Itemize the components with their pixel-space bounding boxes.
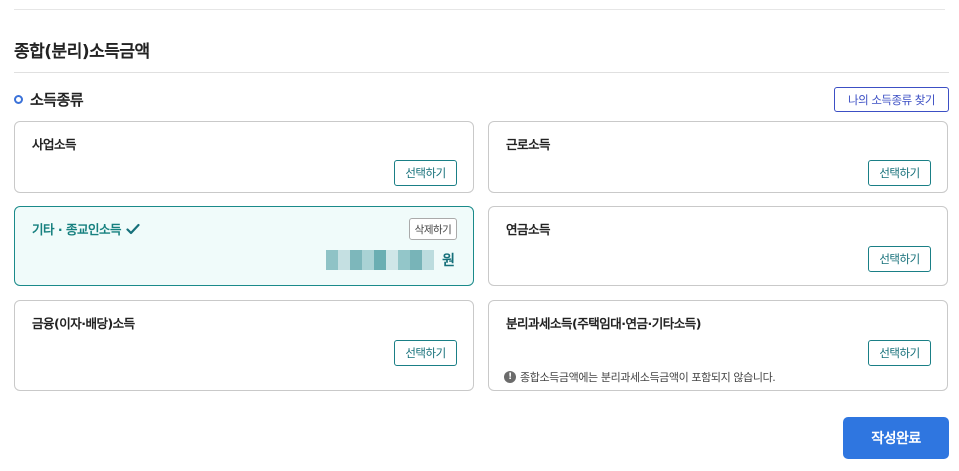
page-title: 종합(분리)소득금액 [14, 42, 150, 62]
find-income-type-button[interactable]: 나의 소득종류 찾기 [834, 87, 949, 112]
card-title: 기타 · 종교인소득 [32, 219, 140, 238]
section-header: 소득종류 [14, 89, 84, 110]
select-button[interactable]: 선택하기 [868, 246, 931, 272]
top-divider [14, 9, 945, 10]
masked-amount [326, 250, 435, 270]
select-button[interactable]: 선택하기 [394, 340, 457, 366]
card-title: 사업소득 [32, 137, 77, 152]
info-icon: ! [504, 371, 516, 383]
income-card-financial[interactable]: 금융(이자·배당)소득 선택하기 [14, 300, 474, 391]
select-button[interactable]: 선택하기 [868, 160, 931, 186]
delete-button[interactable]: 삭제하기 [409, 218, 457, 240]
ring-bullet-icon [14, 95, 23, 104]
income-card-pension[interactable]: 연금소득 선택하기 [488, 206, 948, 286]
amount-row: 원 [326, 250, 455, 270]
income-card-other[interactable]: 기타 · 종교인소득 삭제하기 원 [14, 206, 474, 286]
title-divider [14, 72, 949, 73]
check-icon [126, 223, 140, 234]
section-label: 소득종류 [30, 91, 84, 109]
notice-text: 종합소득금액에는 분리과세소득금액이 포함되지 않습니다. [520, 371, 776, 384]
card-title-text: 기타 · 종교인소득 [32, 222, 121, 237]
card-title: 근로소득 [506, 137, 551, 152]
select-button[interactable]: 선택하기 [868, 340, 931, 366]
card-title: 연금소득 [506, 222, 551, 237]
separate-income-notice: ! 종합소득금액에는 분리과세소득금액이 포함되지 않습니다. [504, 369, 776, 385]
card-title: 분리과세소득(주택임대·연금·기타소득) [506, 316, 701, 331]
currency-unit: 원 [442, 253, 455, 269]
income-card-separate[interactable]: 분리과세소득(주택임대·연금·기타소득) 선택하기 ! 종합소득금액에는 분리과… [488, 300, 948, 391]
income-card-earned[interactable]: 근로소득 선택하기 [488, 121, 948, 193]
income-card-business[interactable]: 사업소득 선택하기 [14, 121, 474, 193]
card-title: 금융(이자·배당)소득 [32, 316, 135, 331]
submit-button[interactable]: 작성완료 [843, 417, 949, 459]
select-button[interactable]: 선택하기 [394, 160, 457, 186]
